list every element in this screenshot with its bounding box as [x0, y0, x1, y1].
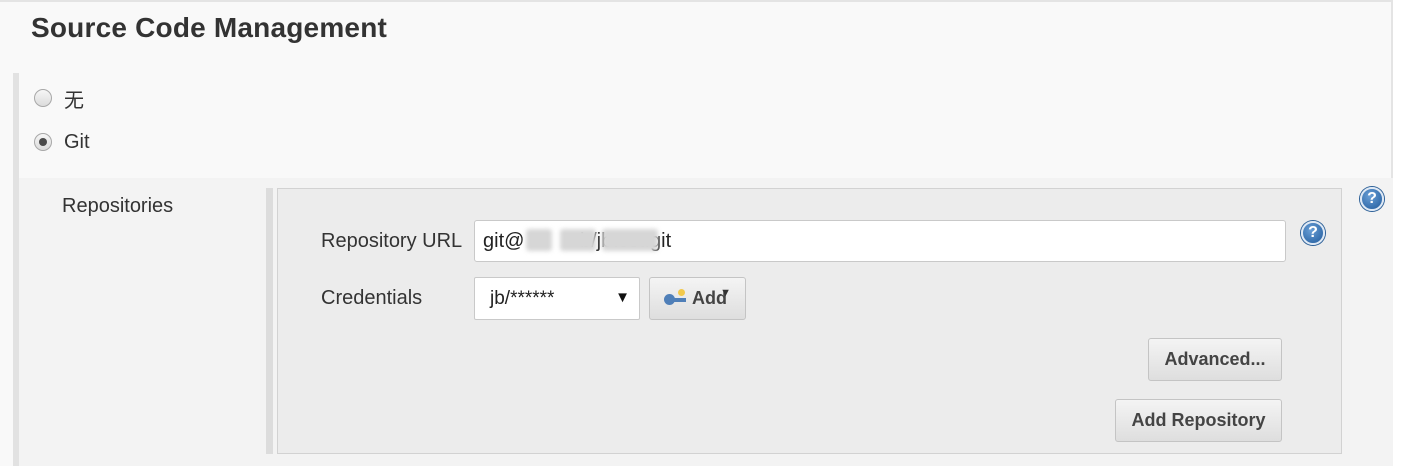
scm-option-git[interactable]: Git: [34, 130, 90, 154]
radio-git[interactable]: [34, 133, 52, 151]
add-credentials-button[interactable]: Add ▼: [649, 277, 746, 320]
redacted-patch: [526, 229, 552, 251]
dropdown-arrow-icon: ▼: [615, 289, 630, 306]
caret-down-icon: ▼: [720, 287, 731, 299]
key-icon: [664, 288, 688, 306]
repository-url-label: Repository URL: [321, 230, 463, 252]
section-title: Source Code Management: [31, 12, 388, 43]
credentials-selected-value: jb/******: [490, 288, 555, 309]
redacted-patch: [602, 229, 658, 251]
credentials-label: Credentials: [321, 287, 423, 309]
help-icon[interactable]: ?: [1301, 221, 1325, 245]
repositories-label: Repositories: [62, 195, 174, 217]
repositories-bar: [266, 188, 273, 454]
advanced-button[interactable]: Advanced...: [1148, 338, 1282, 381]
help-icon[interactable]: ?: [1360, 187, 1384, 211]
add-repository-button[interactable]: Add Repository: [1115, 399, 1282, 442]
redacted-patch: [560, 229, 596, 251]
scm-option-git-label: Git: [64, 130, 90, 153]
credentials-select[interactable]: jb/****** ▼: [474, 277, 640, 320]
radio-none[interactable]: [34, 89, 52, 107]
scm-option-none[interactable]: 无: [34, 86, 84, 112]
scm-option-none-label: 无: [64, 89, 84, 112]
